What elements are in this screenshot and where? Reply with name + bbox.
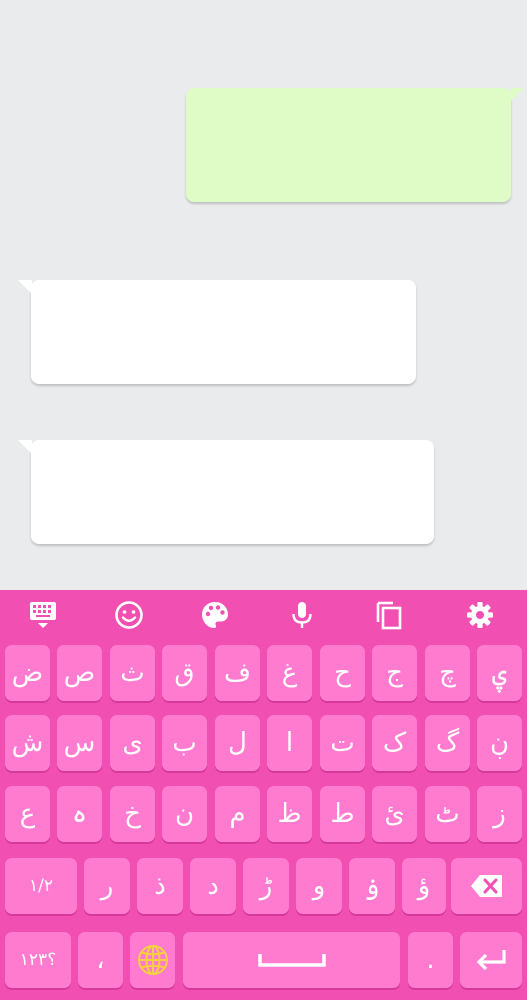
language-switch-key[interactable] xyxy=(130,932,175,988)
key-khah[interactable]: خ xyxy=(110,786,155,842)
key-beh[interactable]: ب xyxy=(162,715,207,771)
keyboard: ض ص ث ق ف غ ح ج چ ۑ ش س ی ب ل ا ت ک گ ڹ … xyxy=(0,590,527,1000)
globe-icon xyxy=(137,945,168,975)
key-feh[interactable]: ف xyxy=(215,645,260,701)
comma-key[interactable]: ، xyxy=(78,932,123,988)
incoming-message-bubble[interactable] xyxy=(18,280,416,384)
enter-key[interactable] xyxy=(460,932,522,988)
chat-area xyxy=(0,0,527,590)
key-yeh-variant[interactable]: ۑ xyxy=(477,645,522,701)
key-waw[interactable]: و xyxy=(296,858,342,914)
outgoing-message-bubble[interactable] xyxy=(186,88,524,202)
key-heh-goal[interactable]: ہ xyxy=(57,786,102,842)
space-bar[interactable] xyxy=(183,932,400,988)
key-dad[interactable]: ض xyxy=(5,645,50,701)
key-waw-variant[interactable]: ۏ xyxy=(349,858,395,914)
incoming-message-bubble[interactable] xyxy=(18,440,434,544)
key-tah[interactable]: ط xyxy=(320,786,365,842)
key-qaf[interactable]: ق xyxy=(162,645,207,701)
key-thal[interactable]: ذ xyxy=(137,858,183,914)
keyboard-toolbar xyxy=(0,590,527,640)
keyboard-hide-icon xyxy=(30,602,56,628)
key-rreh[interactable]: ڑ xyxy=(243,858,289,914)
backspace-key[interactable] xyxy=(451,858,522,914)
settings-gear-icon xyxy=(467,602,493,628)
key-meem[interactable]: م xyxy=(215,786,260,842)
key-yeh-hamza[interactable]: ئ xyxy=(372,786,417,842)
key-theh[interactable]: ث xyxy=(110,645,155,701)
key-sheen[interactable]: ش xyxy=(5,715,50,771)
key-zain[interactable]: ز xyxy=(477,786,522,842)
key-teh[interactable]: ت xyxy=(320,715,365,771)
microphone-icon xyxy=(292,602,312,628)
key-ain[interactable]: ع xyxy=(5,786,50,842)
symbols-key[interactable]: ؟١٢٣ xyxy=(5,932,71,988)
key-tteh[interactable]: ٹ xyxy=(425,786,470,842)
key-dal[interactable]: د xyxy=(190,858,236,914)
key-waw-hamza[interactable]: ؤ xyxy=(402,858,446,914)
key-hah[interactable]: ح xyxy=(320,645,365,701)
palette-icon xyxy=(202,602,228,628)
key-lam[interactable]: ل xyxy=(215,715,260,771)
shift-key[interactable]: ١/٢ xyxy=(5,858,77,914)
period-key[interactable]: . xyxy=(408,932,453,988)
key-zah[interactable]: ظ xyxy=(267,786,312,842)
key-seen[interactable]: س xyxy=(57,715,102,771)
space-bar-icon xyxy=(257,954,326,967)
key-noon-variant[interactable]: ڹ xyxy=(477,715,522,771)
key-keheh[interactable]: ک xyxy=(372,715,417,771)
emoji-icon xyxy=(115,601,143,629)
enter-return-icon xyxy=(476,950,506,971)
key-reh[interactable]: ر xyxy=(84,858,130,914)
settings-button[interactable] xyxy=(462,597,498,633)
keyboard-hide-button[interactable] xyxy=(25,597,61,633)
clipboard-button[interactable] xyxy=(371,597,407,633)
key-jeem[interactable]: ج xyxy=(372,645,417,701)
key-sad[interactable]: ص xyxy=(57,645,102,701)
backspace-icon xyxy=(470,875,502,897)
key-gaf[interactable]: گ xyxy=(425,715,470,771)
key-noon[interactable]: ن xyxy=(162,786,207,842)
theme-button[interactable] xyxy=(197,597,233,633)
key-ghain[interactable]: غ xyxy=(267,645,312,701)
key-alef[interactable]: ا xyxy=(267,715,312,771)
key-yeh[interactable]: ی xyxy=(110,715,155,771)
voice-input-button[interactable] xyxy=(284,597,320,633)
emoji-button[interactable] xyxy=(111,597,147,633)
clipboard-icon xyxy=(376,601,402,630)
key-tcheh[interactable]: چ xyxy=(425,645,470,701)
